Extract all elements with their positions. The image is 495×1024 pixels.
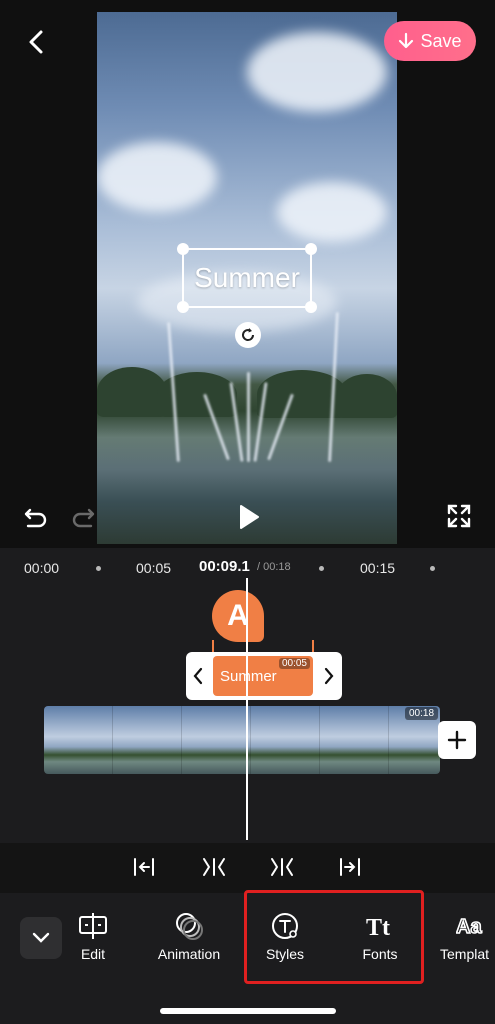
tool-animation[interactable]: Animation: [150, 910, 228, 962]
tick-label: 00:15: [360, 560, 396, 576]
total-time: / 00:18: [257, 561, 291, 573]
text-clip-duration: 00:05: [278, 658, 310, 669]
current-time: 00:09.1: [199, 558, 250, 575]
chevron-left-icon: [29, 30, 43, 54]
templates-icon: Aa: [456, 915, 483, 939]
download-arrow-icon: [399, 32, 414, 49]
tick-dot: [96, 566, 101, 571]
tool-templates[interactable]: Aa Templat: [440, 910, 495, 962]
video-thumbnail: [251, 706, 320, 774]
edit-icon: [79, 913, 107, 939]
video-thumbnail: [113, 706, 182, 774]
text-overlay-box[interactable]: Summer: [177, 243, 317, 313]
undo-icon[interactable]: [22, 504, 50, 532]
tool-label: Animation: [157, 946, 221, 962]
fullscreen-icon[interactable]: [445, 502, 473, 530]
save-button[interactable]: Save: [384, 21, 476, 61]
svg-text:Aa: Aa: [456, 916, 482, 938]
video-track-duration: 00:18: [405, 707, 439, 720]
resize-handle-top-left[interactable]: [177, 243, 189, 255]
play-icon[interactable]: [234, 503, 262, 531]
trim-start-icon[interactable]: [132, 856, 158, 878]
save-label: Save: [420, 30, 462, 51]
playhead[interactable]: [246, 578, 248, 840]
tool-edit[interactable]: Edit: [70, 910, 116, 962]
rotate-button[interactable]: [235, 322, 261, 348]
chevron-left-icon[interactable]: [191, 666, 205, 686]
home-indicator[interactable]: [160, 1008, 336, 1014]
add-clip-button[interactable]: [438, 721, 476, 759]
back-button[interactable]: [20, 26, 52, 58]
split-left-icon[interactable]: [201, 856, 227, 878]
rotate-icon: [242, 328, 255, 341]
video-thumbnail: [320, 706, 389, 774]
resize-handle-bottom-left[interactable]: [177, 301, 189, 313]
video-track[interactable]: [44, 706, 440, 774]
video-thumbnail: [44, 706, 113, 774]
text-clip-label: Summer: [220, 668, 277, 685]
split-right-icon[interactable]: [269, 856, 295, 878]
trim-toolbar: [0, 843, 495, 893]
tick-label: 00:05: [136, 560, 172, 576]
trim-end-icon[interactable]: [338, 856, 364, 878]
collapse-button[interactable]: [20, 917, 62, 959]
resize-handle-bottom-right[interactable]: [305, 301, 317, 313]
tick-label: 00:00: [24, 560, 60, 576]
text-clip[interactable]: Summer 00:05: [213, 656, 313, 696]
tick-dot: [319, 566, 324, 571]
video-thumbnail: [182, 706, 251, 774]
tool-label: Templat: [440, 946, 490, 962]
plus-icon: [447, 730, 467, 750]
resize-handle-top-right[interactable]: [305, 243, 317, 255]
highlight-box: [244, 890, 424, 984]
animation-icon: [176, 913, 203, 940]
tick-dot: [430, 566, 435, 571]
text-overlay-value: Summer: [194, 262, 300, 293]
chevron-down-icon: [32, 932, 50, 943]
chevron-right-icon[interactable]: [322, 666, 336, 686]
redo-icon[interactable]: [69, 504, 97, 532]
text-track-marker[interactable]: A: [212, 590, 264, 642]
tool-label: Edit: [80, 946, 106, 962]
text-track-range: [212, 640, 314, 652]
